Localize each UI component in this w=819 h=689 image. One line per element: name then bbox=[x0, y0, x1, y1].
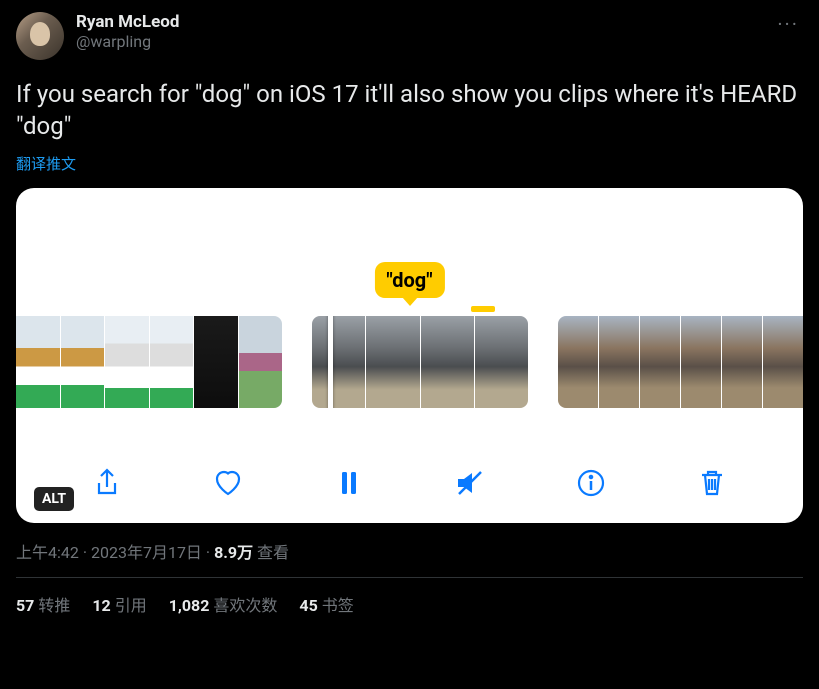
retweets-label: 转推 bbox=[38, 596, 70, 615]
clip-group bbox=[312, 316, 528, 408]
timeline-frame bbox=[475, 316, 528, 408]
tweet-meta: 上午4:42 · 2023年7月17日 · 8.9万 查看 bbox=[16, 539, 803, 563]
quotes-label: 引用 bbox=[115, 596, 147, 615]
like-button[interactable] bbox=[210, 465, 246, 501]
stat-retweets[interactable]: 57转推 bbox=[16, 592, 70, 616]
timeline-frame bbox=[312, 316, 365, 408]
stat-bookmarks[interactable]: 45 书签 bbox=[299, 592, 353, 616]
tweet-container: Ryan McLeod @warpling ··· If you search … bbox=[0, 0, 819, 616]
pause-button[interactable] bbox=[331, 465, 367, 501]
info-button[interactable] bbox=[573, 465, 609, 501]
quotes-count: 12 bbox=[92, 596, 110, 615]
stat-quotes[interactable]: 12 引用 bbox=[92, 592, 146, 616]
tweet-header: Ryan McLeod @warpling ··· bbox=[16, 12, 803, 60]
retweets-count: 57 bbox=[16, 596, 34, 615]
timeline-frame bbox=[105, 316, 149, 408]
timeline-frame bbox=[681, 316, 721, 408]
tweet-time[interactable]: 上午4:42 bbox=[16, 543, 79, 562]
author-names[interactable]: Ryan McLeod @warpling bbox=[76, 12, 773, 51]
video-timeline[interactable] bbox=[16, 316, 803, 408]
share-button[interactable] bbox=[89, 465, 125, 501]
timeline-frame bbox=[640, 316, 680, 408]
mute-button[interactable] bbox=[452, 465, 488, 501]
playhead[interactable] bbox=[328, 316, 333, 408]
timeline-frame bbox=[599, 316, 639, 408]
tweet-date[interactable]: 2023年7月17日 bbox=[91, 543, 202, 562]
media-attachment[interactable]: "dog" bbox=[16, 188, 803, 523]
views-label: 查看 bbox=[257, 543, 289, 562]
likes-label: 喜欢次数 bbox=[213, 596, 277, 615]
alt-badge[interactable]: ALT bbox=[34, 487, 74, 511]
timeline-frame bbox=[61, 316, 105, 408]
stat-likes[interactable]: 1,082喜欢次数 bbox=[169, 592, 278, 616]
translate-link[interactable]: 翻译推文 bbox=[16, 153, 803, 174]
timeline-frame bbox=[150, 316, 194, 408]
timeline-marker bbox=[471, 306, 495, 312]
tweet-stats: 57转推 12 引用 1,082喜欢次数 45 书签 bbox=[16, 592, 803, 616]
tweet-body: If you search for "dog" on iOS 17 it'll … bbox=[16, 78, 803, 143]
search-tooltip: "dog" bbox=[374, 262, 444, 298]
avatar[interactable] bbox=[16, 12, 64, 60]
timeline-frame bbox=[239, 316, 283, 408]
handle: @warpling bbox=[76, 32, 773, 51]
timeline-frame bbox=[366, 316, 419, 408]
clip-group bbox=[16, 316, 282, 408]
views-count: 8.9万 bbox=[214, 543, 253, 562]
timeline-frame bbox=[421, 316, 474, 408]
divider bbox=[16, 577, 803, 578]
bookmarks-count: 45 bbox=[299, 596, 317, 615]
timeline-frame bbox=[16, 316, 60, 408]
clip-group bbox=[558, 316, 803, 408]
trash-button[interactable] bbox=[694, 465, 730, 501]
timeline-frame bbox=[763, 316, 803, 408]
more-options-button[interactable]: ··· bbox=[773, 12, 803, 36]
timeline-frame bbox=[558, 316, 598, 408]
media-toolbar bbox=[16, 465, 803, 501]
likes-count: 1,082 bbox=[169, 596, 210, 615]
timeline-frame bbox=[194, 316, 238, 408]
bookmarks-label: 书签 bbox=[322, 596, 354, 615]
tooltip-caret-icon bbox=[402, 297, 418, 306]
display-name: Ryan McLeod bbox=[76, 12, 773, 32]
timeline-frame bbox=[722, 316, 762, 408]
